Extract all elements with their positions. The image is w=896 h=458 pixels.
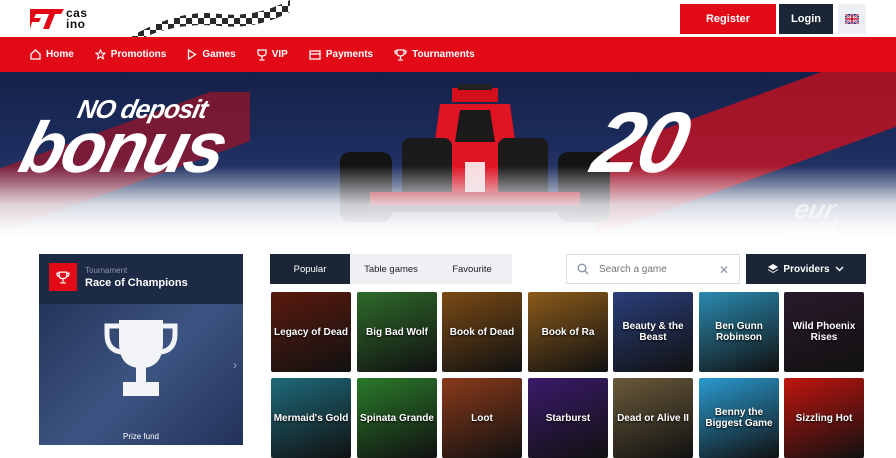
prize-fund-label: Prize fund bbox=[122, 432, 160, 441]
wallet-icon bbox=[309, 50, 321, 60]
game-tile[interactable]: Starburst bbox=[528, 378, 608, 458]
game-tabs: Popular Table games Favourite bbox=[270, 254, 512, 284]
trophy-icon bbox=[104, 320, 178, 396]
search-icon bbox=[577, 263, 589, 275]
search-input[interactable] bbox=[599, 263, 709, 275]
game-title: Sizzling Hot bbox=[795, 412, 853, 424]
game-title: Mermaid's Gold bbox=[273, 412, 349, 424]
search-box: ✕ bbox=[566, 254, 740, 284]
logo-text-line-2: ino bbox=[66, 17, 86, 31]
game-tile[interactable]: Benny the Biggest Game bbox=[699, 378, 779, 458]
nav-item-label: Promotions bbox=[110, 49, 167, 60]
game-title: Big Bad Wolf bbox=[365, 326, 429, 338]
hero-banner[interactable]: NO deposit bonus 20 eur usd bbox=[0, 72, 896, 236]
home-icon bbox=[30, 49, 41, 60]
nav-item-games[interactable]: Games bbox=[187, 49, 236, 60]
nav-item-label: Payments bbox=[325, 49, 374, 60]
tournament-image: Prize fund bbox=[39, 304, 243, 445]
header: cas ino Register Login bbox=[0, 0, 896, 37]
nav-item-label: Tournaments bbox=[412, 49, 475, 60]
game-title: Dead or Alive II bbox=[617, 412, 689, 424]
clear-icon[interactable]: ✕ bbox=[719, 263, 729, 277]
tournament-label: Tournament bbox=[85, 265, 128, 275]
providers-label: Providers bbox=[783, 263, 830, 275]
game-title: Wild Phoenix Rises bbox=[792, 321, 856, 343]
nav-item-label: Games bbox=[202, 49, 236, 60]
register-button[interactable]: Register bbox=[680, 4, 776, 34]
uk-flag-icon bbox=[845, 14, 859, 24]
tab-favourite[interactable]: Favourite bbox=[432, 254, 512, 284]
tournament-header: Tournament Race of Champions bbox=[39, 254, 243, 300]
smoke-overlay bbox=[0, 166, 896, 236]
logo-text: cas ino bbox=[66, 7, 88, 31]
game-tile[interactable]: Beauty & the Beast bbox=[613, 292, 693, 372]
login-button[interactable]: Login bbox=[779, 4, 833, 34]
chevron-right-icon[interactable]: › bbox=[233, 358, 237, 372]
logo-icon bbox=[30, 9, 64, 29]
nav-item-label: Home bbox=[46, 49, 74, 60]
providers-icon bbox=[768, 264, 779, 273]
tournament-badge bbox=[49, 263, 77, 291]
nav-item-payments[interactable]: Payments bbox=[309, 49, 373, 60]
nav-item-home[interactable]: Home bbox=[30, 49, 74, 60]
play-icon bbox=[188, 49, 198, 60]
star-icon bbox=[94, 49, 106, 60]
nav-item-tournaments[interactable]: Tournaments bbox=[394, 48, 475, 61]
game-tile[interactable]: Spinata Grande bbox=[357, 378, 437, 458]
tab-table-games[interactable]: Table games bbox=[350, 254, 432, 284]
game-tile[interactable]: Mermaid's Gold bbox=[271, 378, 351, 458]
trophy-icon bbox=[394, 48, 407, 61]
game-title: Legacy of Dead bbox=[274, 326, 348, 338]
cup-icon bbox=[257, 48, 267, 61]
game-title: Beauty & the Beast bbox=[622, 321, 684, 343]
game-tile[interactable]: Book of Ra bbox=[528, 292, 608, 372]
providers-button[interactable]: Providers bbox=[746, 254, 866, 284]
game-title: Benny the Biggest Game bbox=[705, 407, 773, 429]
nav-item-promotions[interactable]: Promotions bbox=[94, 49, 167, 60]
checkered-flag-decoration bbox=[130, 0, 290, 37]
game-tile[interactable]: Legacy of Dead bbox=[271, 292, 351, 372]
game-title: Starburst bbox=[545, 412, 591, 424]
nav-item-label: VIP bbox=[271, 49, 288, 60]
nav-item-vip[interactable]: VIP bbox=[257, 48, 288, 61]
game-title: Book of Dead bbox=[449, 326, 515, 338]
game-tile[interactable]: Sizzling Hot bbox=[784, 378, 864, 458]
trophy-icon bbox=[56, 270, 70, 284]
tournament-name: Race of Champions bbox=[85, 276, 188, 289]
language-selector[interactable] bbox=[838, 4, 866, 34]
game-tile[interactable]: Ben Gunn Robinson bbox=[699, 292, 779, 372]
game-tile[interactable]: Dead or Alive II bbox=[613, 378, 693, 458]
game-title: Ben Gunn Robinson bbox=[715, 321, 763, 343]
logo[interactable]: cas ino bbox=[30, 6, 100, 30]
game-tile[interactable]: Loot bbox=[442, 378, 522, 458]
game-tile[interactable]: Book of Dead bbox=[442, 292, 522, 372]
main-nav: Home Promotions Games VIP Payments Tourn… bbox=[0, 37, 896, 72]
chevron-down-icon bbox=[835, 266, 844, 272]
game-title: Loot bbox=[471, 412, 493, 424]
tab-popular[interactable]: Popular bbox=[270, 254, 350, 284]
tournament-card[interactable]: Tournament Race of Champions Prize fund … bbox=[39, 254, 243, 445]
game-title: Book of Ra bbox=[541, 326, 595, 338]
game-tile[interactable]: Big Bad Wolf bbox=[357, 292, 437, 372]
game-tile[interactable]: Wild Phoenix Rises bbox=[784, 292, 864, 372]
game-title: Spinata Grande bbox=[360, 412, 434, 424]
